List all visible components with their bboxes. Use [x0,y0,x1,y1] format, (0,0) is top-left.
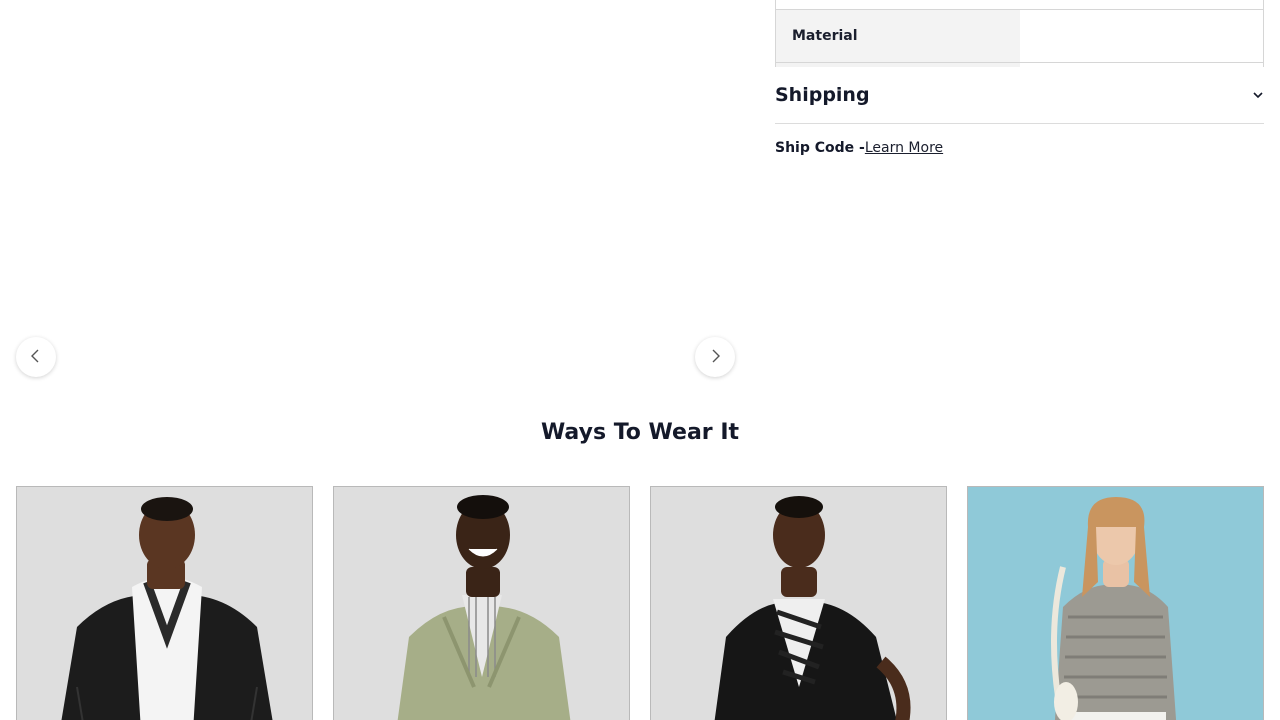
outfit-card[interactable] [650,486,947,720]
outfit-image [334,487,629,720]
ship-code-label: Ship Code - [775,140,865,156]
shipping-title: Shipping [775,83,870,106]
spec-value [1020,10,1263,62]
outfit-image [17,487,312,720]
gallery-next-button[interactable] [695,337,735,377]
product-page: Material Shipping Ship Code -Learn More … [0,0,1280,720]
ways-to-wear-title: Ways To Wear It [540,420,740,445]
ways-to-wear-carousel [16,486,1264,720]
clipped-text: · · · · · · · · · · · · [775,168,975,176]
spec-row-material: Material [776,9,1263,62]
chevron-down-icon [1252,89,1264,101]
shipping-accordion[interactable]: Shipping [775,66,1264,124]
spec-table: Material [775,0,1264,67]
learn-more-link[interactable]: Learn More [865,140,943,156]
outfit-image [651,487,946,720]
outfit-card[interactable] [967,486,1264,720]
ship-code-line: Ship Code -Learn More [775,140,943,156]
gallery-prev-button[interactable] [16,337,56,377]
outfit-card[interactable] [16,486,313,720]
chevron-left-icon [29,348,43,367]
chevron-right-icon [708,348,722,367]
product-image-gallery [0,0,752,400]
outfit-card[interactable] [333,486,630,720]
spec-label: Material [776,10,1020,62]
outfit-image [968,487,1263,720]
